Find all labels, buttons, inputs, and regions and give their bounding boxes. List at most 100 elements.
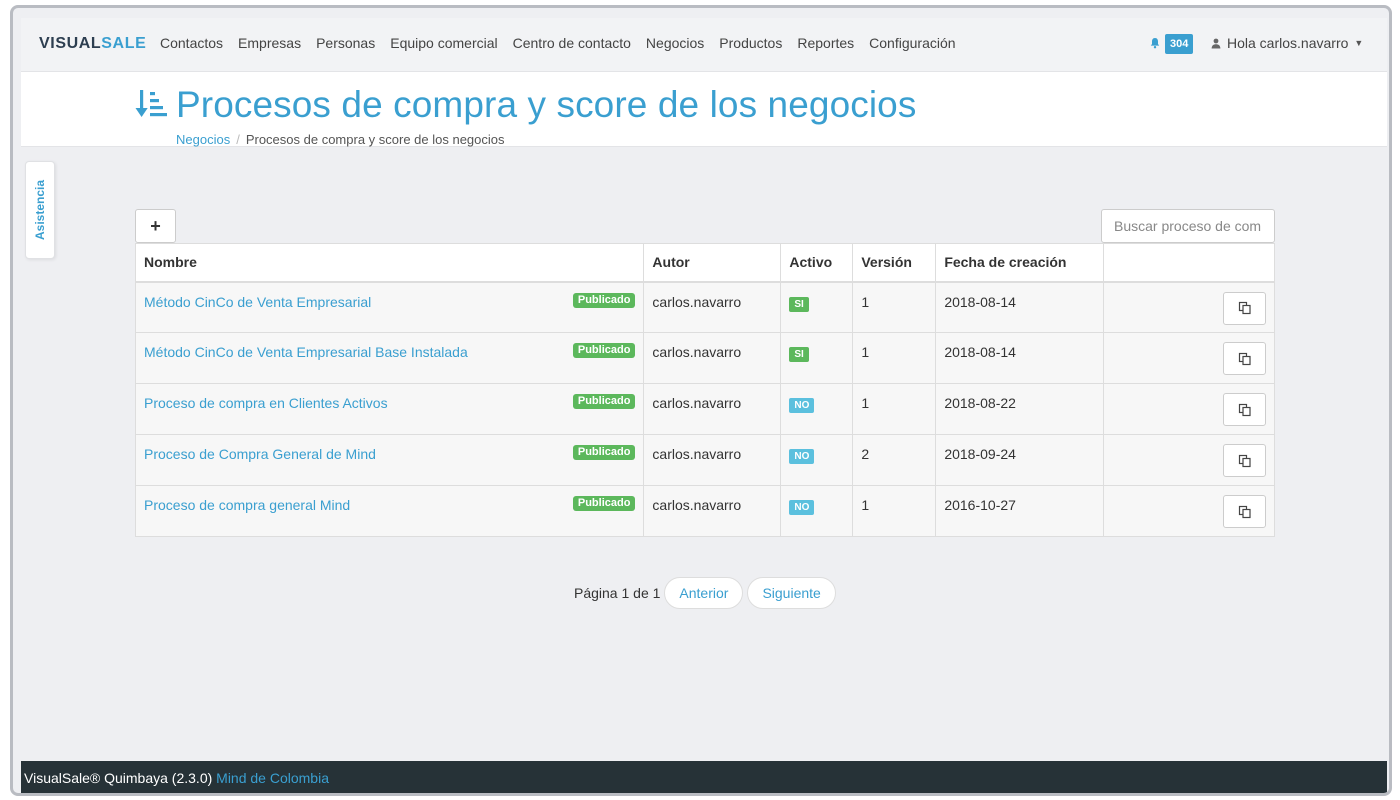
user-icon — [1211, 38, 1221, 48]
brand-logo-sale: SALE — [101, 35, 147, 52]
table-row: Proceso de compra en Clientes Activos Pub… — [134, 383, 1275, 435]
cell-activo: NO — [780, 485, 854, 537]
cell-nombre: Proceso de compra general Mind Publicado — [134, 485, 645, 537]
browser-frame: VISUALSALE Contactos Empresas Personas E… — [10, 5, 1392, 796]
brand-logo-isual: ISUAL — [50, 35, 102, 52]
cell-version: 1 — [852, 281, 937, 333]
process-link[interactable]: Proceso de compra en Clientes Activos — [144, 395, 388, 411]
next-page-button[interactable]: Siguiente — [747, 577, 836, 609]
cell-version: 2 — [852, 434, 937, 486]
processes-table: Nombre Autor Activo Versión Fecha de cre… — [134, 243, 1275, 537]
active-badge: NO — [789, 500, 815, 515]
cell-nombre: Método CinCo de Venta Empresarial Base I… — [134, 332, 645, 384]
copy-process-button[interactable] — [1223, 495, 1266, 528]
bell-icon[interactable] — [1149, 37, 1161, 49]
cell-activo: NO — [780, 434, 854, 486]
footer-company-link[interactable]: Mind de Colombia — [216, 770, 329, 786]
status-badge: Publicado — [572, 343, 636, 358]
cell-autor: carlos.navarro — [643, 281, 782, 333]
cell-actions — [1103, 332, 1275, 384]
search-process-input[interactable] — [1101, 209, 1275, 243]
process-link[interactable]: Proceso de Compra General de Mind — [144, 446, 376, 462]
process-link[interactable]: Método CinCo de Venta Empresarial Base I… — [144, 344, 468, 360]
cell-actions — [1103, 434, 1275, 486]
status-badge: Publicado — [572, 292, 636, 308]
nav-item-equipo-comercial[interactable]: Equipo comercial — [390, 35, 497, 51]
assistance-tab-label: Asistencia — [33, 179, 47, 241]
cell-activo: SI — [780, 332, 854, 384]
nav-item-reportes[interactable]: Reportes — [797, 35, 854, 51]
copy-icon — [1238, 301, 1251, 315]
top-navbar: VISUALSALE Contactos Empresas Personas E… — [21, 18, 1387, 72]
copy-icon — [1238, 352, 1251, 365]
column-header-fecha[interactable]: Fecha de creación — [935, 243, 1105, 283]
add-process-button[interactable]: + — [135, 209, 176, 243]
app: VISUALSALE Contactos Empresas Personas E… — [21, 18, 1387, 793]
breadcrumb-separator: / — [236, 132, 240, 147]
column-header-actions — [1103, 243, 1275, 283]
table-row: Método CinCo de Venta Empresarial Publica… — [134, 281, 1275, 333]
brand-logo-v: V — [39, 35, 51, 52]
column-header-autor[interactable]: Autor — [643, 243, 782, 283]
nav-menu: Contactos Empresas Personas Equipo comer… — [160, 35, 971, 51]
assistance-side-tab[interactable]: Asistencia — [25, 161, 55, 259]
cell-actions — [1103, 485, 1275, 537]
pagination: Página 1 de 1 Anterior Siguiente — [574, 577, 836, 609]
column-header-activo[interactable]: Activo — [780, 243, 854, 283]
breadcrumb-link-negocios[interactable]: Negocios — [176, 132, 230, 147]
breadcrumb: Negocios / Procesos de compra y score de l… — [176, 132, 505, 147]
chevron-down-icon: ▼ — [1354, 38, 1364, 48]
column-header-version[interactable]: Versión — [852, 243, 937, 283]
user-greeting: Hola carlos.navarro — [1227, 35, 1349, 51]
sort-amount-icon — [135, 90, 167, 117]
active-badge: SI — [789, 296, 809, 312]
active-badge: NO — [789, 449, 815, 464]
table-row: Proceso de compra general Mind Publicado … — [134, 485, 1275, 537]
cell-activo: SI — [780, 281, 854, 333]
process-link[interactable]: Proceso de compra general Mind — [144, 497, 350, 513]
status-badge: Publicado — [572, 496, 636, 511]
active-badge: SI — [789, 347, 809, 362]
cell-version: 1 — [852, 485, 937, 537]
cell-fecha: 2018-08-22 — [935, 383, 1105, 435]
nav-item-productos[interactable]: Productos — [719, 35, 782, 51]
cell-nombre: Método CinCo de Venta Empresarial Publica… — [134, 281, 645, 333]
cell-fecha: 2018-08-14 — [935, 281, 1105, 333]
user-menu[interactable]: Hola carlos.navarro ▼ — [1211, 35, 1363, 51]
brand-logo[interactable]: VISUALSALE — [39, 35, 146, 53]
status-badge: Publicado — [572, 445, 636, 460]
cell-actions — [1103, 281, 1275, 333]
table-row: Proceso de Compra General de Mind Publica… — [134, 434, 1275, 486]
copy-process-button[interactable] — [1223, 291, 1266, 325]
footer-version-text: VisualSale® Quimbaya (2.3.0) — [24, 770, 217, 786]
column-header-nombre[interactable]: Nombre — [134, 243, 645, 283]
cell-fecha: 2018-09-24 — [935, 434, 1105, 486]
table-row: Método CinCo de Venta Empresarial Base I… — [134, 332, 1275, 384]
nav-item-personas[interactable]: Personas — [316, 35, 375, 51]
cell-autor: carlos.navarro — [643, 485, 782, 537]
copy-icon — [1238, 403, 1251, 416]
cell-autor: carlos.navarro — [643, 383, 782, 435]
copy-process-button[interactable] — [1223, 444, 1266, 477]
pagination-info: Página 1 de 1 — [574, 585, 661, 601]
cell-version: 1 — [852, 332, 937, 384]
nav-item-contactos[interactable]: Contactos — [160, 35, 223, 51]
nav-item-centro-de-contacto[interactable]: Centro de contacto — [513, 35, 631, 51]
nav-item-negocios[interactable]: Negocios — [646, 35, 704, 51]
copy-icon — [1238, 454, 1251, 467]
nav-item-configuracion[interactable]: Configuración — [869, 35, 955, 51]
copy-process-button[interactable] — [1223, 393, 1266, 426]
notification-count-badge[interactable]: 304 — [1165, 34, 1194, 54]
nav-item-empresas[interactable]: Empresas — [238, 35, 301, 51]
page-header: Procesos de compra y score de los negoci… — [21, 72, 1387, 147]
breadcrumb-current: Procesos de compra y score de los negoci… — [245, 132, 505, 147]
status-badge: Publicado — [572, 394, 636, 409]
processes-table-container: Nombre Autor Activo Versión Fecha de cre… — [134, 243, 1275, 537]
cell-version: 1 — [852, 383, 937, 435]
copy-process-button[interactable] — [1223, 342, 1266, 375]
active-badge: NO — [789, 398, 815, 413]
page-title: Procesos de compra y score de los negoci… — [176, 84, 917, 125]
table-header-row: Nombre Autor Activo Versión Fecha de cre… — [134, 243, 1275, 283]
process-link[interactable]: Método CinCo de Venta Empresarial — [144, 294, 371, 310]
previous-page-button[interactable]: Anterior — [664, 577, 744, 609]
